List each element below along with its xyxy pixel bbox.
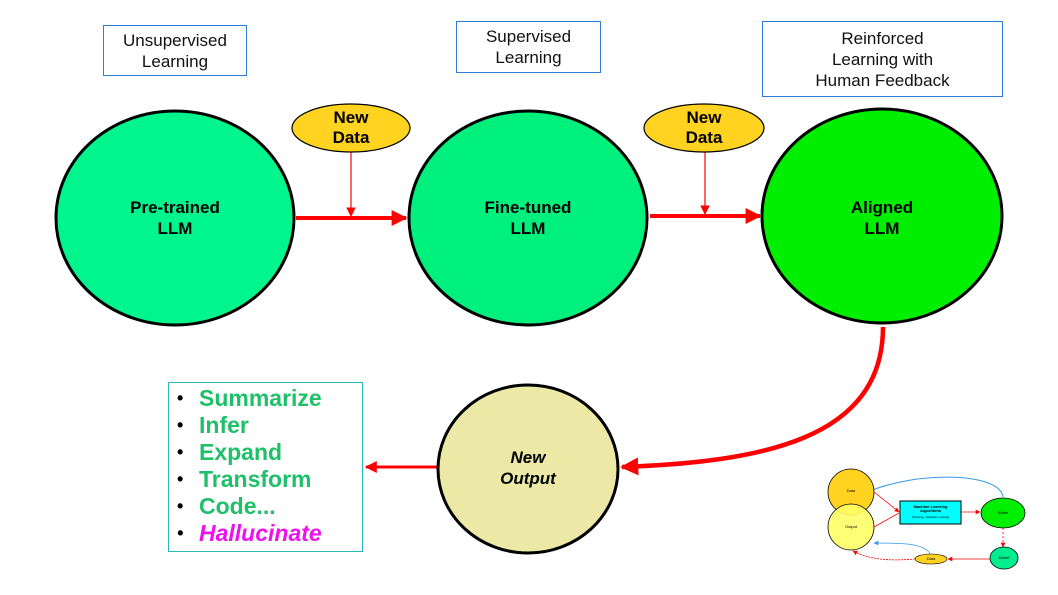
task-label: Code... [199,493,276,519]
thumb-data-ellipse [914,553,948,565]
thumb-blue-arrow-bottom [873,540,931,555]
task-item-hallucinate: • Hallucinate [177,520,362,547]
bullet-icon: • [177,523,184,543]
thumb-output-circle [827,503,875,551]
thumb-model-ellipse [989,546,1019,570]
thumb-arrow-data-to-algo [873,491,900,513]
bullet-icon: • [177,415,184,435]
arrow-aligned-to-output [620,326,886,476]
task-item-expand: • Expand [177,439,362,466]
stage-label-rlhf: Reinforced Learning with Human Feedback [762,21,1003,97]
node-finetuned-llm [407,109,649,327]
stage-label-unsupervised: Unsupervised Learning [103,25,247,76]
output-tasks-list: • Summarize • Infer • Expand • Transform • Co… [169,383,362,547]
task-label: Transform [199,466,312,492]
thumb-algorithms-box [899,500,962,525]
node-new-output [436,383,620,555]
stage-label-supervised: Supervised Learning [456,21,601,73]
bullet-icon: • [177,442,184,462]
task-label: Expand [199,439,283,465]
task-item-code: • Code... [177,493,362,520]
bullet-icon: • [177,469,184,489]
task-item-infer: • Infer [177,412,362,439]
thumb-rules-ellipse [980,497,1026,529]
task-label: Hallucinate [199,520,322,546]
output-tasks-box: • Summarize • Infer • Expand • Transform • Co… [168,382,363,552]
new-data-ellipse-1 [291,103,411,153]
node-pretrained-llm [54,109,296,327]
task-label: Infer [199,412,249,438]
thumb-red-arrow-bottom [852,550,916,561]
task-item-summarize: • Summarize [177,385,362,412]
thumbnail-diagram [827,468,1026,570]
thumb-arrow-output-to-algo [873,512,900,528]
task-item-transform: • Transform [177,466,362,493]
new-data-ellipse-2 [643,103,765,153]
bullet-icon: • [177,496,184,516]
task-label: Summarize [199,385,322,411]
node-aligned-llm [760,107,1004,325]
bullet-icon: • [177,388,184,408]
thumb-blue-arrow-top [851,476,1004,501]
